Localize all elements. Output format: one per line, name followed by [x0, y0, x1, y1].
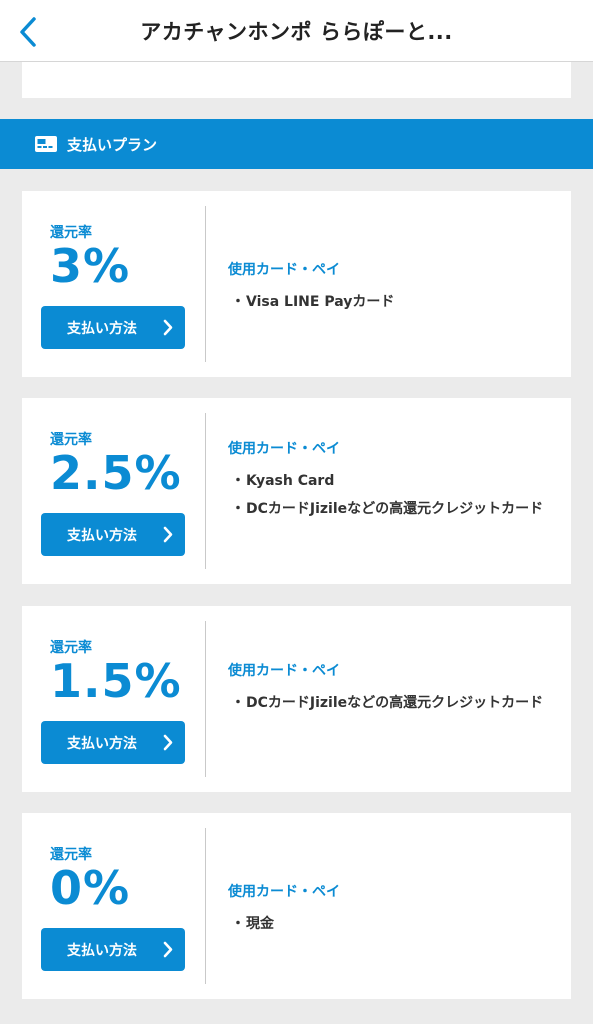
section-title: 支払いプラン: [67, 135, 158, 154]
section-header: 支払いプラン: [0, 119, 593, 169]
cards-heading: 使用カード・ペイ: [228, 663, 340, 679]
bullet: ・: [231, 695, 245, 711]
bullet: ・: [231, 501, 245, 517]
page: アカチャンホンポ ららぽーと... 支払いプラン 還元率 3% 支払い方法 使用…: [0, 0, 593, 1024]
plan-rate-panel: 還元率 3% 支払い方法: [22, 206, 206, 362]
plan-cards-panel: 使用カード・ペイ ・ Visa LINE Payカード: [206, 191, 571, 377]
list-item: ・ DCカードJizileなどの高還元クレジットカード: [228, 498, 571, 520]
chevron-right-icon: [163, 734, 173, 751]
rate-value: 0%: [50, 861, 131, 915]
page-title: アカチャンホンポ ららぽーと...: [140, 19, 453, 44]
plan-card: 還元率 3% 支払い方法 使用カード・ペイ ・ Visa LINE Payカード: [22, 191, 571, 377]
plan-card: 還元率 1.5% 支払い方法 使用カード・ペイ ・ DCカードJizileなどの…: [22, 606, 571, 792]
plan-card: 還元率 0% 支払い方法 使用カード・ペイ ・ 現金: [22, 813, 571, 999]
back-button[interactable]: [8, 12, 48, 52]
payment-method-button-label: 支払い方法: [67, 942, 137, 959]
card-icon: [34, 135, 58, 153]
list-item: ・ DCカードJizileなどの高還元クレジットカード: [228, 692, 571, 714]
plan-card: 還元率 2.5% 支払い方法 使用カード・ペイ ・ Kyash Card ・ D…: [22, 398, 571, 584]
rate-value: 3%: [50, 239, 131, 293]
cards-heading: 使用カード・ペイ: [228, 262, 340, 278]
rate-value: 2.5%: [50, 446, 182, 500]
payment-method-button[interactable]: 支払い方法: [41, 721, 185, 764]
rate-value: 1.5%: [50, 654, 182, 708]
plan-rate-panel: 還元率 1.5% 支払い方法: [22, 621, 206, 777]
plan-rate-panel: 還元率 0% 支払い方法: [22, 828, 206, 984]
list-item: ・ Visa LINE Payカード: [228, 291, 571, 313]
payment-method-button[interactable]: 支払い方法: [41, 306, 185, 349]
payment-method-button[interactable]: 支払い方法: [41, 928, 185, 971]
chevron-left-icon: [20, 17, 36, 47]
plan-cards-panel: 使用カード・ペイ ・ 現金: [206, 813, 571, 999]
bullet: ・: [231, 294, 245, 310]
cards-heading: 使用カード・ペイ: [228, 884, 340, 900]
list-item: ・ Kyash Card: [228, 470, 571, 492]
card-name: Kyash Card: [246, 473, 335, 489]
list-item: ・ 現金: [228, 913, 571, 935]
payment-method-button[interactable]: 支払い方法: [41, 513, 185, 556]
plan-cards-panel: 使用カード・ペイ ・ DCカードJizileなどの高還元クレジットカード: [206, 606, 571, 792]
payment-method-button-label: 支払い方法: [67, 735, 137, 752]
card-name: 現金: [246, 916, 274, 932]
previous-card: [22, 62, 571, 98]
navigation-header: アカチャンホンポ ららぽーと...: [0, 0, 593, 62]
card-name: DCカードJizileなどの高還元クレジットカード: [246, 695, 544, 711]
payment-method-button-label: 支払い方法: [67, 320, 137, 337]
plan-cards-panel: 使用カード・ペイ ・ Kyash Card ・ DCカードJizileなどの高還…: [206, 398, 571, 584]
card-name: Visa LINE Payカード: [246, 294, 395, 310]
chevron-right-icon: [163, 319, 173, 336]
plan-rate-panel: 還元率 2.5% 支払い方法: [22, 413, 206, 569]
chevron-right-icon: [163, 941, 173, 958]
bullet: ・: [231, 916, 245, 932]
bullet: ・: [231, 473, 245, 489]
card-name: DCカードJizileなどの高還元クレジットカード: [246, 501, 544, 517]
cards-heading: 使用カード・ペイ: [228, 441, 340, 457]
payment-method-button-label: 支払い方法: [67, 527, 137, 544]
chevron-right-icon: [163, 526, 173, 543]
